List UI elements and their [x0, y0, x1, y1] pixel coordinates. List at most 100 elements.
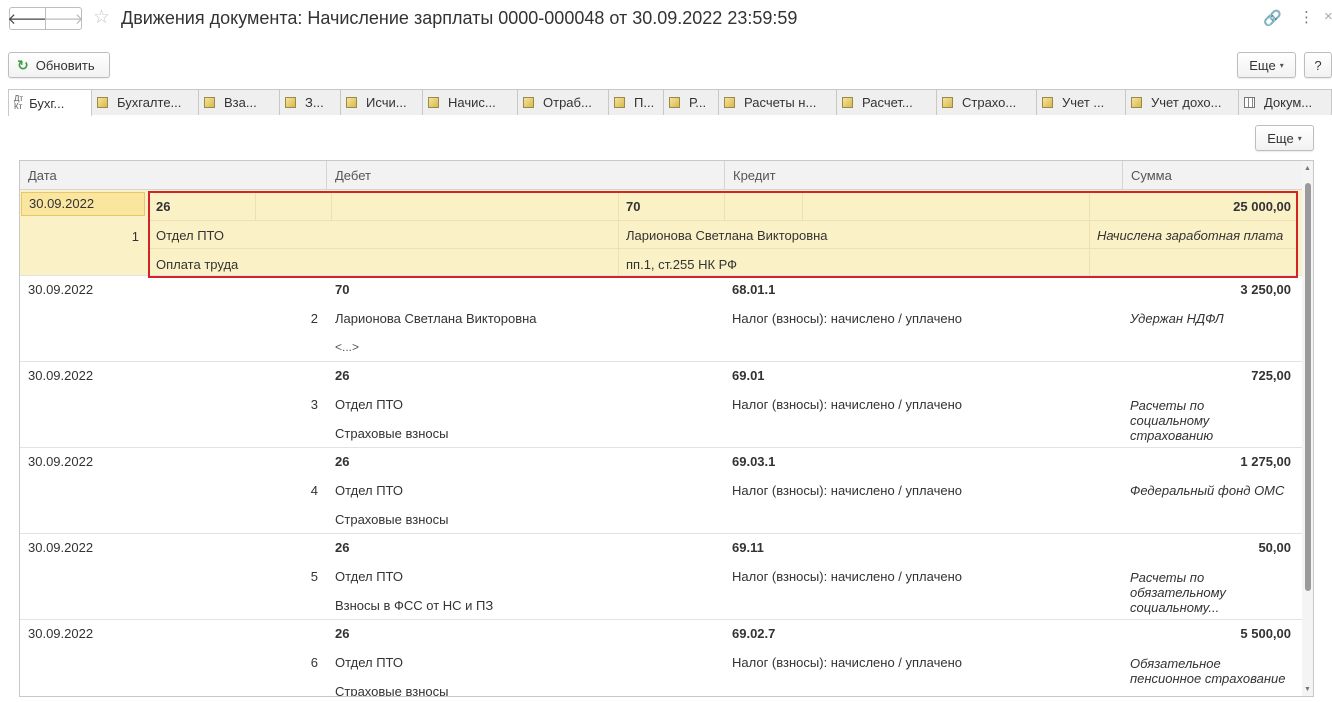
table-header: Дата Дебет Кредит Сумма — [20, 161, 1302, 190]
postings-table[interactable]: Дата Дебет Кредит Сумма 30.09.2022 1 26 … — [19, 160, 1314, 697]
table-row[interactable]: 30.09.2022 1 26 Отдел ПТО Оплата труда 7… — [20, 190, 1302, 278]
refresh-button[interactable]: ↻ Обновить — [8, 52, 110, 78]
tab-income-accounting[interactable]: Учет дохо... — [1125, 89, 1239, 115]
tab-label: Исчи... — [366, 95, 407, 110]
cell-divider — [802, 192, 803, 220]
help-button[interactable]: ? — [1304, 52, 1332, 78]
table-icon — [1244, 97, 1255, 108]
scrollbar-thumb[interactable] — [1305, 183, 1311, 591]
table-row[interactable]: 30.09.2022 5 26 Отдел ПТО Взносы в ФСС о… — [20, 534, 1302, 620]
tab-accounting-main[interactable]: Дт Кт Бухг... — [8, 89, 92, 116]
row-sum: 50,00 — [1258, 540, 1291, 555]
column-header-credit[interactable]: Кредит — [724, 161, 1122, 190]
debit-account: 26 — [335, 368, 350, 383]
tab-insurance[interactable]: Страхо... — [936, 89, 1037, 115]
help-label: ? — [1314, 57, 1322, 73]
row-sum: 5 500,00 — [1240, 626, 1291, 641]
tab-label: Расчеты н... — [744, 95, 817, 110]
tab-calculated[interactable]: Исчи... — [340, 89, 423, 115]
scroll-up-icon[interactable]: ▲ — [1304, 165, 1311, 172]
tab-accounting-1[interactable]: Учет ... — [1036, 89, 1126, 115]
row-content: Начислена заработная плата — [1097, 228, 1284, 243]
debit-subconto-1: Отдел ПТО — [335, 483, 404, 498]
row-content: Обязательное пенсионное страхование — [1130, 656, 1286, 686]
row-date[interactable]: 30.09.2022 — [21, 192, 145, 216]
table-row[interactable]: 30.09.2022 6 26 Отдел ПТО Страховые взно… — [20, 620, 1302, 697]
title-bar: 🡐 🡒 ☆ Движения документа: Начисление зар… — [0, 0, 1332, 38]
tab-documents[interactable]: Докум... — [1238, 89, 1332, 115]
row-content: Расчеты по социальному страхованию — [1130, 398, 1214, 443]
row-number: 1 — [131, 229, 139, 244]
debit-account: 26 — [335, 540, 350, 555]
tab-r[interactable]: Р... — [663, 89, 719, 115]
row-number: 3 — [310, 397, 318, 412]
table-more-button[interactable]: Еще ▾ — [1255, 125, 1314, 151]
debit-subconto-1: Отдел ПТО — [335, 569, 404, 584]
tab-calculation[interactable]: Расчет... — [836, 89, 937, 115]
tab-accruals[interactable]: Начис... — [422, 89, 518, 115]
debit-subconto-1: Отдел ПТО — [335, 397, 404, 412]
row-date: 30.09.2022 — [28, 540, 94, 555]
credit-account: 68.01.1 — [732, 282, 776, 297]
tab-z[interactable]: З... — [279, 89, 341, 115]
credit-account: 69.03.1 — [732, 454, 776, 469]
more-label: Еще — [1249, 57, 1276, 73]
table-row[interactable]: 30.09.2022 3 26 Отдел ПТО Страховые взно… — [20, 362, 1302, 448]
more-button[interactable]: Еще ▾ — [1237, 52, 1296, 78]
table-row[interactable]: 30.09.2022 4 26 Отдел ПТО Страховые взно… — [20, 448, 1302, 534]
row-sum: 25 000,00 — [1233, 199, 1291, 214]
scroll-down-icon[interactable]: ▼ — [1304, 686, 1311, 693]
debit-subconto-1: Отдел ПТО — [335, 655, 404, 670]
debit-subconto-2: Страховые взносы — [335, 684, 449, 697]
debit-subconto-1: Ларионова Светлана Викторовна — [335, 311, 537, 326]
more-menu-icon[interactable]: ⋮ — [1299, 8, 1314, 26]
row-date: 30.09.2022 — [28, 454, 94, 469]
debit-subconto-2: <...> — [335, 340, 360, 354]
more-label: Еще — [1267, 130, 1294, 146]
row-date: 30.09.2022 — [28, 368, 94, 383]
link-icon[interactable]: 🔗 — [1263, 9, 1282, 27]
register-tabs: Дт Кт Бухг... Бухгалте... Вза... З... Исчи… — [8, 89, 1332, 116]
cell-divider — [148, 248, 1298, 249]
tab-settlements-n[interactable]: Расчеты н... — [718, 89, 837, 115]
tab-accounting-register[interactable]: Бухгалте... — [91, 89, 199, 115]
credit-account: 70 — [626, 199, 641, 214]
tab-label: З... — [305, 95, 324, 110]
tab-p[interactable]: П... — [608, 89, 664, 115]
tab-label: Начис... — [448, 95, 496, 110]
register-icon — [523, 97, 534, 108]
column-header-sum[interactable]: Сумма — [1122, 161, 1302, 190]
tab-label: Бухгалте... — [117, 95, 182, 110]
credit-subconto-1: Налог (взносы): начислено / уплачено — [732, 655, 962, 670]
register-icon — [285, 97, 296, 108]
back-button[interactable]: 🡐 — [7, 7, 48, 30]
register-icon — [842, 97, 853, 108]
register-icon — [669, 97, 680, 108]
dropdown-caret-icon: ▾ — [1297, 133, 1302, 143]
credit-account: 69.02.7 — [732, 626, 776, 641]
tab-label: Расчет... — [862, 95, 913, 110]
vertical-scrollbar[interactable]: ▲ ▼ — [1302, 161, 1313, 696]
close-icon[interactable]: × — [1324, 8, 1332, 25]
tab-settlements[interactable]: Вза... — [198, 89, 280, 115]
arrow-right-icon: 🡒 — [43, 11, 84, 28]
cell-divider — [255, 192, 256, 220]
row-content: Удержан НДФЛ — [1130, 311, 1224, 326]
arrow-left-icon: 🡐 — [7, 11, 48, 28]
tab-worked-time[interactable]: Отраб... — [517, 89, 609, 115]
column-header-date[interactable]: Дата — [20, 161, 326, 190]
row-number: 2 — [310, 311, 318, 326]
debit-account: 26 — [156, 199, 171, 214]
register-icon — [1131, 97, 1142, 108]
column-header-debit[interactable]: Дебет — [326, 161, 724, 190]
register-icon — [724, 97, 735, 108]
refresh-icon: ↻ — [17, 56, 29, 73]
forward-button[interactable]: 🡒 — [43, 7, 84, 30]
row-content: Федеральный фонд ОМС — [1130, 483, 1285, 498]
register-icon — [97, 97, 108, 108]
credit-subconto-1: Налог (взносы): начислено / уплачено — [732, 311, 962, 326]
table-row[interactable]: 30.09.2022 2 70 Ларионова Светлана Викто… — [20, 276, 1302, 362]
row-date: 30.09.2022 — [28, 626, 94, 641]
row-sum: 1 275,00 — [1240, 454, 1291, 469]
favorite-star-icon[interactable]: ☆ — [93, 6, 110, 29]
